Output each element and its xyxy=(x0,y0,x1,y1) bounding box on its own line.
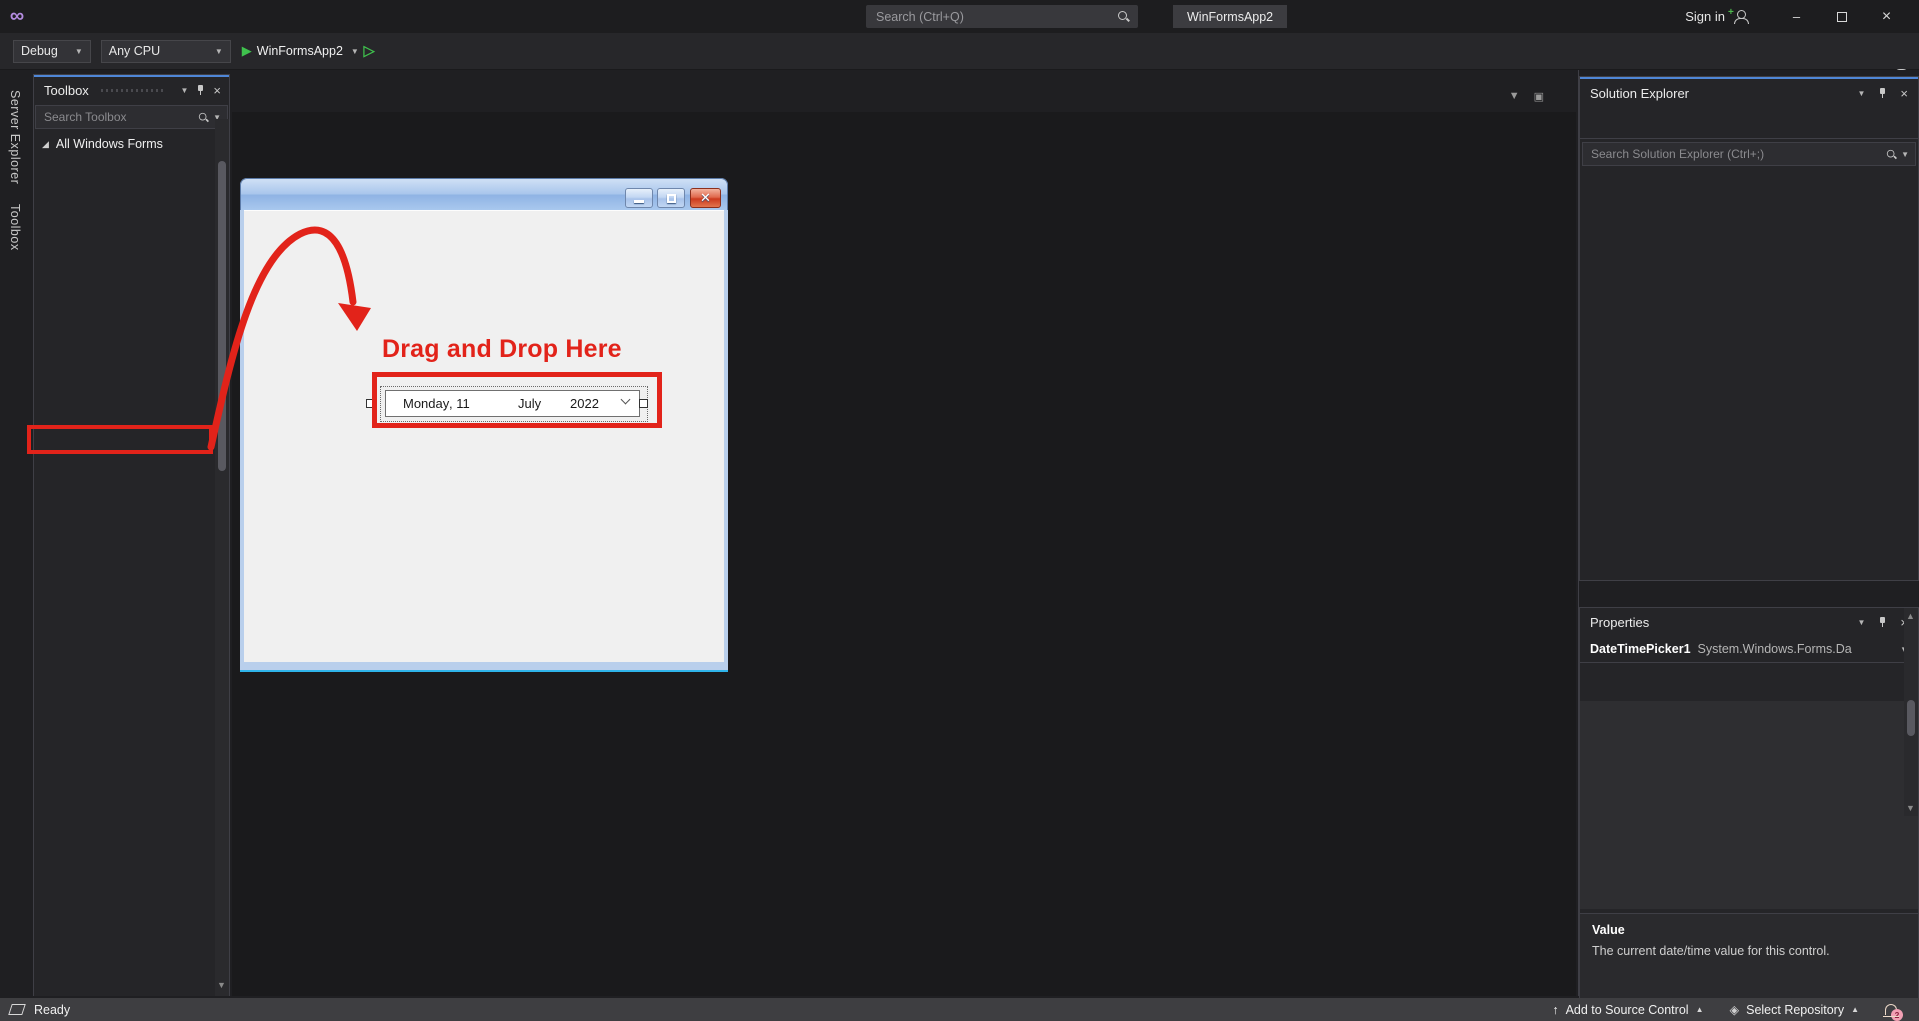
upload-arrow-icon: ↑ xyxy=(1552,1002,1559,1017)
bell-icon: 2 xyxy=(1883,1004,1903,1021)
quick-search-placeholder: Search (Ctrl+Q) xyxy=(876,9,964,24)
pin-icon[interactable] xyxy=(196,84,205,96)
toolbox-search-input[interactable]: Search Toolbox ▼ xyxy=(35,105,228,129)
restore-button[interactable] xyxy=(1819,0,1864,33)
platform-select[interactable]: Any CPU ▼ xyxy=(100,39,231,63)
property-grid xyxy=(1580,701,1918,909)
startup-project-label[interactable]: WinFormsApp2 xyxy=(257,44,343,58)
toolbox-title: Toolbox xyxy=(44,82,89,98)
panel-menu-icon[interactable]: ▼ xyxy=(180,86,188,95)
panel-menu-icon[interactable]: ▼ xyxy=(1857,618,1865,627)
search-icon xyxy=(198,111,209,122)
sign-in-button[interactable]: Sign in + xyxy=(1685,7,1749,24)
status-bar: Ready ↑ Add to Source Control ▲ ◈ Select… xyxy=(0,998,1919,1021)
search-icon xyxy=(1117,10,1130,23)
start-without-debugging-icon[interactable]: ▶ xyxy=(363,42,374,59)
properties-panel: Properties ▼ × DateTimePicker1 System.Wi… xyxy=(1579,607,1919,1021)
form-close-button[interactable]: ✕ xyxy=(690,188,721,208)
minimize-button[interactable]: – xyxy=(1774,0,1819,33)
pin-icon[interactable] xyxy=(1878,87,1887,99)
repository-icon: ◈ xyxy=(1729,1003,1740,1017)
chevron-down-icon: ▼ xyxy=(1901,149,1909,159)
pin-icon[interactable] xyxy=(1878,616,1887,628)
annotation-rectangle xyxy=(372,372,662,428)
properties-toolbar xyxy=(1580,663,1918,693)
close-button[interactable]: × xyxy=(1864,0,1909,33)
chevron-down-icon[interactable]: ▼ xyxy=(351,47,359,56)
annotation-rectangle-toolbox xyxy=(27,425,213,454)
main-toolbar: Debug▼ Any CPU▼ ▶ WinFormsApp2 ▼ ▶ ↫ Liv… xyxy=(0,33,1919,87)
title-bar: ∞ Search (Ctrl+Q) WinFormsApp2 Sign in +… xyxy=(0,0,1919,33)
left-tool-strip: Server Explorer Toolbox xyxy=(0,70,33,996)
form-title-bar: ✕ xyxy=(240,178,728,210)
design-canvas: ✕ Monday , 11 July 2022 Drag and Drop He… xyxy=(232,112,1576,996)
panel-drag-handle[interactable] xyxy=(100,86,166,94)
properties-title: Properties xyxy=(1590,614,1650,630)
sidebar-tab-toolbox[interactable]: Toolbox xyxy=(8,204,22,251)
toolbox-section-all-windows-forms[interactable]: ◢ All Windows Forms xyxy=(34,131,229,157)
expanded-icon: ◢ xyxy=(42,138,49,149)
toolbox-panel: Toolbox ▼ × Search Toolbox ▼ ◢ All Windo… xyxy=(33,74,230,996)
notification-badge: 2 xyxy=(1891,1009,1903,1021)
form-maximize-button[interactable] xyxy=(657,188,685,208)
tab-list-chevron-icon[interactable]: ▼ xyxy=(1509,90,1520,103)
scroll-down-icon[interactable]: ▼ xyxy=(1906,803,1915,813)
status-ready-label: Ready xyxy=(34,1002,71,1017)
close-icon[interactable]: × xyxy=(1900,86,1908,101)
start-debugging-icon[interactable]: ▶ xyxy=(242,43,252,59)
right-dock: Solution Explorer ▼ × Search Solution Ex… xyxy=(1578,70,1919,1021)
search-icon xyxy=(1886,148,1897,159)
chevron-up-icon: ▲ xyxy=(1851,1005,1859,1014)
window-title: WinFormsApp2 xyxy=(1173,5,1288,28)
solution-explorer-panel: Solution Explorer ▼ × Search Solution Ex… xyxy=(1579,76,1919,581)
panel-menu-icon[interactable]: ▼ xyxy=(1857,89,1865,98)
add-to-source-control-button[interactable]: ↑ Add to Source Control ▲ xyxy=(1552,1003,1703,1017)
scrollbar-thumb[interactable] xyxy=(1907,700,1915,736)
visual-studio-logo-icon: ∞ xyxy=(9,5,25,27)
properties-object-selector[interactable]: DateTimePicker1 System.Windows.Forms.Da … xyxy=(1580,636,1918,663)
form-minimize-button[interactable] xyxy=(625,188,653,208)
background-tasks-icon[interactable] xyxy=(8,1004,26,1015)
user-account-icon: + xyxy=(1728,7,1749,24)
chevron-up-icon: ▲ xyxy=(1695,1005,1704,1014)
solution-explorer-title: Solution Explorer xyxy=(1590,85,1689,101)
notifications-button[interactable]: 2 xyxy=(1883,1004,1903,1021)
sidebar-tab-server-explorer[interactable]: Server Explorer xyxy=(8,90,22,184)
solution-tree xyxy=(1580,169,1918,172)
chevron-down-icon: ▼ xyxy=(74,46,83,56)
chevron-down-icon: ▼ xyxy=(214,46,223,56)
scroll-up-icon[interactable]: ▲ xyxy=(1906,611,1915,621)
select-repository-button[interactable]: ◈ Select Repository ▲ xyxy=(1729,1002,1859,1018)
property-description-title: Value xyxy=(1592,923,1625,937)
scrollbar-thumb[interactable] xyxy=(218,161,226,471)
scroll-down-icon[interactable]: ▼ xyxy=(217,980,226,990)
solution-explorer-search-input[interactable]: Search Solution Explorer (Ctrl+;) ▼ xyxy=(1582,142,1916,166)
designer-area: ▼ ▣ ✕ Monday , 11 July 2022 Drag and Dro… xyxy=(230,70,1578,996)
form-client-area[interactable] xyxy=(244,210,724,662)
restore-icon xyxy=(1836,11,1847,22)
annotation-text: Drag and Drop Here xyxy=(382,335,622,363)
debug-target-select[interactable]: Debug ▼ xyxy=(13,39,91,63)
close-icon[interactable]: × xyxy=(213,83,221,98)
window-options-icon[interactable]: ▣ xyxy=(1534,90,1544,103)
solution-explorer-toolbar xyxy=(1580,107,1918,139)
property-grid-scrollbar[interactable]: ▲ ▼ xyxy=(1904,608,1918,816)
toolbox-scrollbar[interactable]: ▼ xyxy=(215,119,229,996)
quick-search-box[interactable]: Search (Ctrl+Q) xyxy=(866,5,1138,28)
toolbox-list xyxy=(34,168,215,996)
property-description-text: The current date/time value for this con… xyxy=(1592,944,1830,958)
